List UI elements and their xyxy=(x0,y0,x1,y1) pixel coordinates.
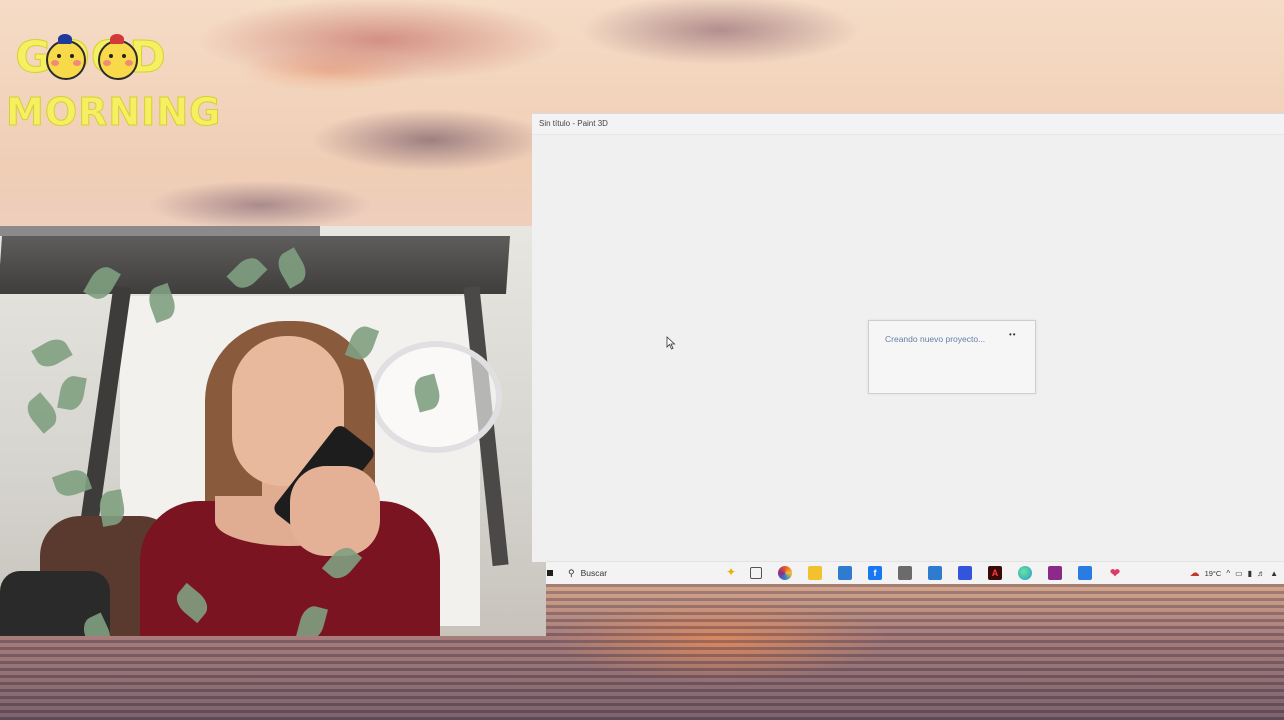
tray-chevron-icon[interactable]: ^ xyxy=(1226,569,1230,578)
smiley-face-icon xyxy=(98,34,138,80)
facebook-icon[interactable]: f xyxy=(868,566,882,580)
capture-icon[interactable] xyxy=(898,566,912,580)
winrar-icon[interactable] xyxy=(1048,566,1062,580)
search-icon: ⚲ xyxy=(568,567,575,578)
sticker-line2: MORNING xyxy=(6,90,222,135)
task-view-icon[interactable] xyxy=(750,567,762,579)
speaker-icon[interactable]: ▲ xyxy=(1270,569,1278,578)
app-store-icon[interactable] xyxy=(958,566,972,580)
weather-icon[interactable]: ☁ xyxy=(1190,568,1200,579)
loading-message: Creando nuevo proyecto... xyxy=(885,334,986,344)
copilot-icon[interactable]: ✦ xyxy=(726,565,736,579)
smiley-face-icon xyxy=(46,34,86,80)
battery-icon[interactable]: ▮ xyxy=(1248,569,1252,578)
adobe-icon[interactable]: A xyxy=(988,566,1002,580)
volume-icon[interactable]: ♬ xyxy=(1257,569,1265,578)
sticker-line1: GOOD xyxy=(15,32,167,84)
colorful-app-icon[interactable] xyxy=(778,566,792,580)
temperature-label[interactable]: 19°C xyxy=(1205,569,1222,578)
file-explorer-icon[interactable] xyxy=(808,566,822,580)
paint3d-icon[interactable]: ❤ xyxy=(1108,566,1122,580)
good-morning-sticker: GOOD MORNING xyxy=(6,30,222,145)
webcam-overlay xyxy=(0,226,546,636)
mail-icon[interactable] xyxy=(928,566,942,580)
edge-icon[interactable] xyxy=(1018,566,1032,580)
mouse-cursor-icon xyxy=(666,336,676,350)
network-icon[interactable]: ▭ xyxy=(1235,569,1243,578)
taskbar: ⚲ Buscar ✦ f A ❤ ☁ 19°C ^ ▭ ▮ ♬ ▲ xyxy=(546,561,1284,584)
loading-dialog: Creando nuevo proyecto... •• xyxy=(868,320,1036,394)
window-title: Sin título - Paint 3D xyxy=(532,114,1284,135)
taskbar-search-box[interactable]: ⚲ Buscar ✦ xyxy=(562,564,742,582)
paint-icon[interactable] xyxy=(1078,566,1092,580)
start-button[interactable] xyxy=(546,562,554,584)
loading-spinner-icon: •• xyxy=(1009,330,1017,339)
search-placeholder: Buscar xyxy=(580,568,608,578)
system-tray: ☁ 19°C ^ ▭ ▮ ♬ ▲ xyxy=(1190,568,1284,579)
paint3d-window[interactable]: Sin título - Paint 3D Creando nuevo proy… xyxy=(532,113,1284,562)
photos-icon[interactable] xyxy=(838,566,852,580)
